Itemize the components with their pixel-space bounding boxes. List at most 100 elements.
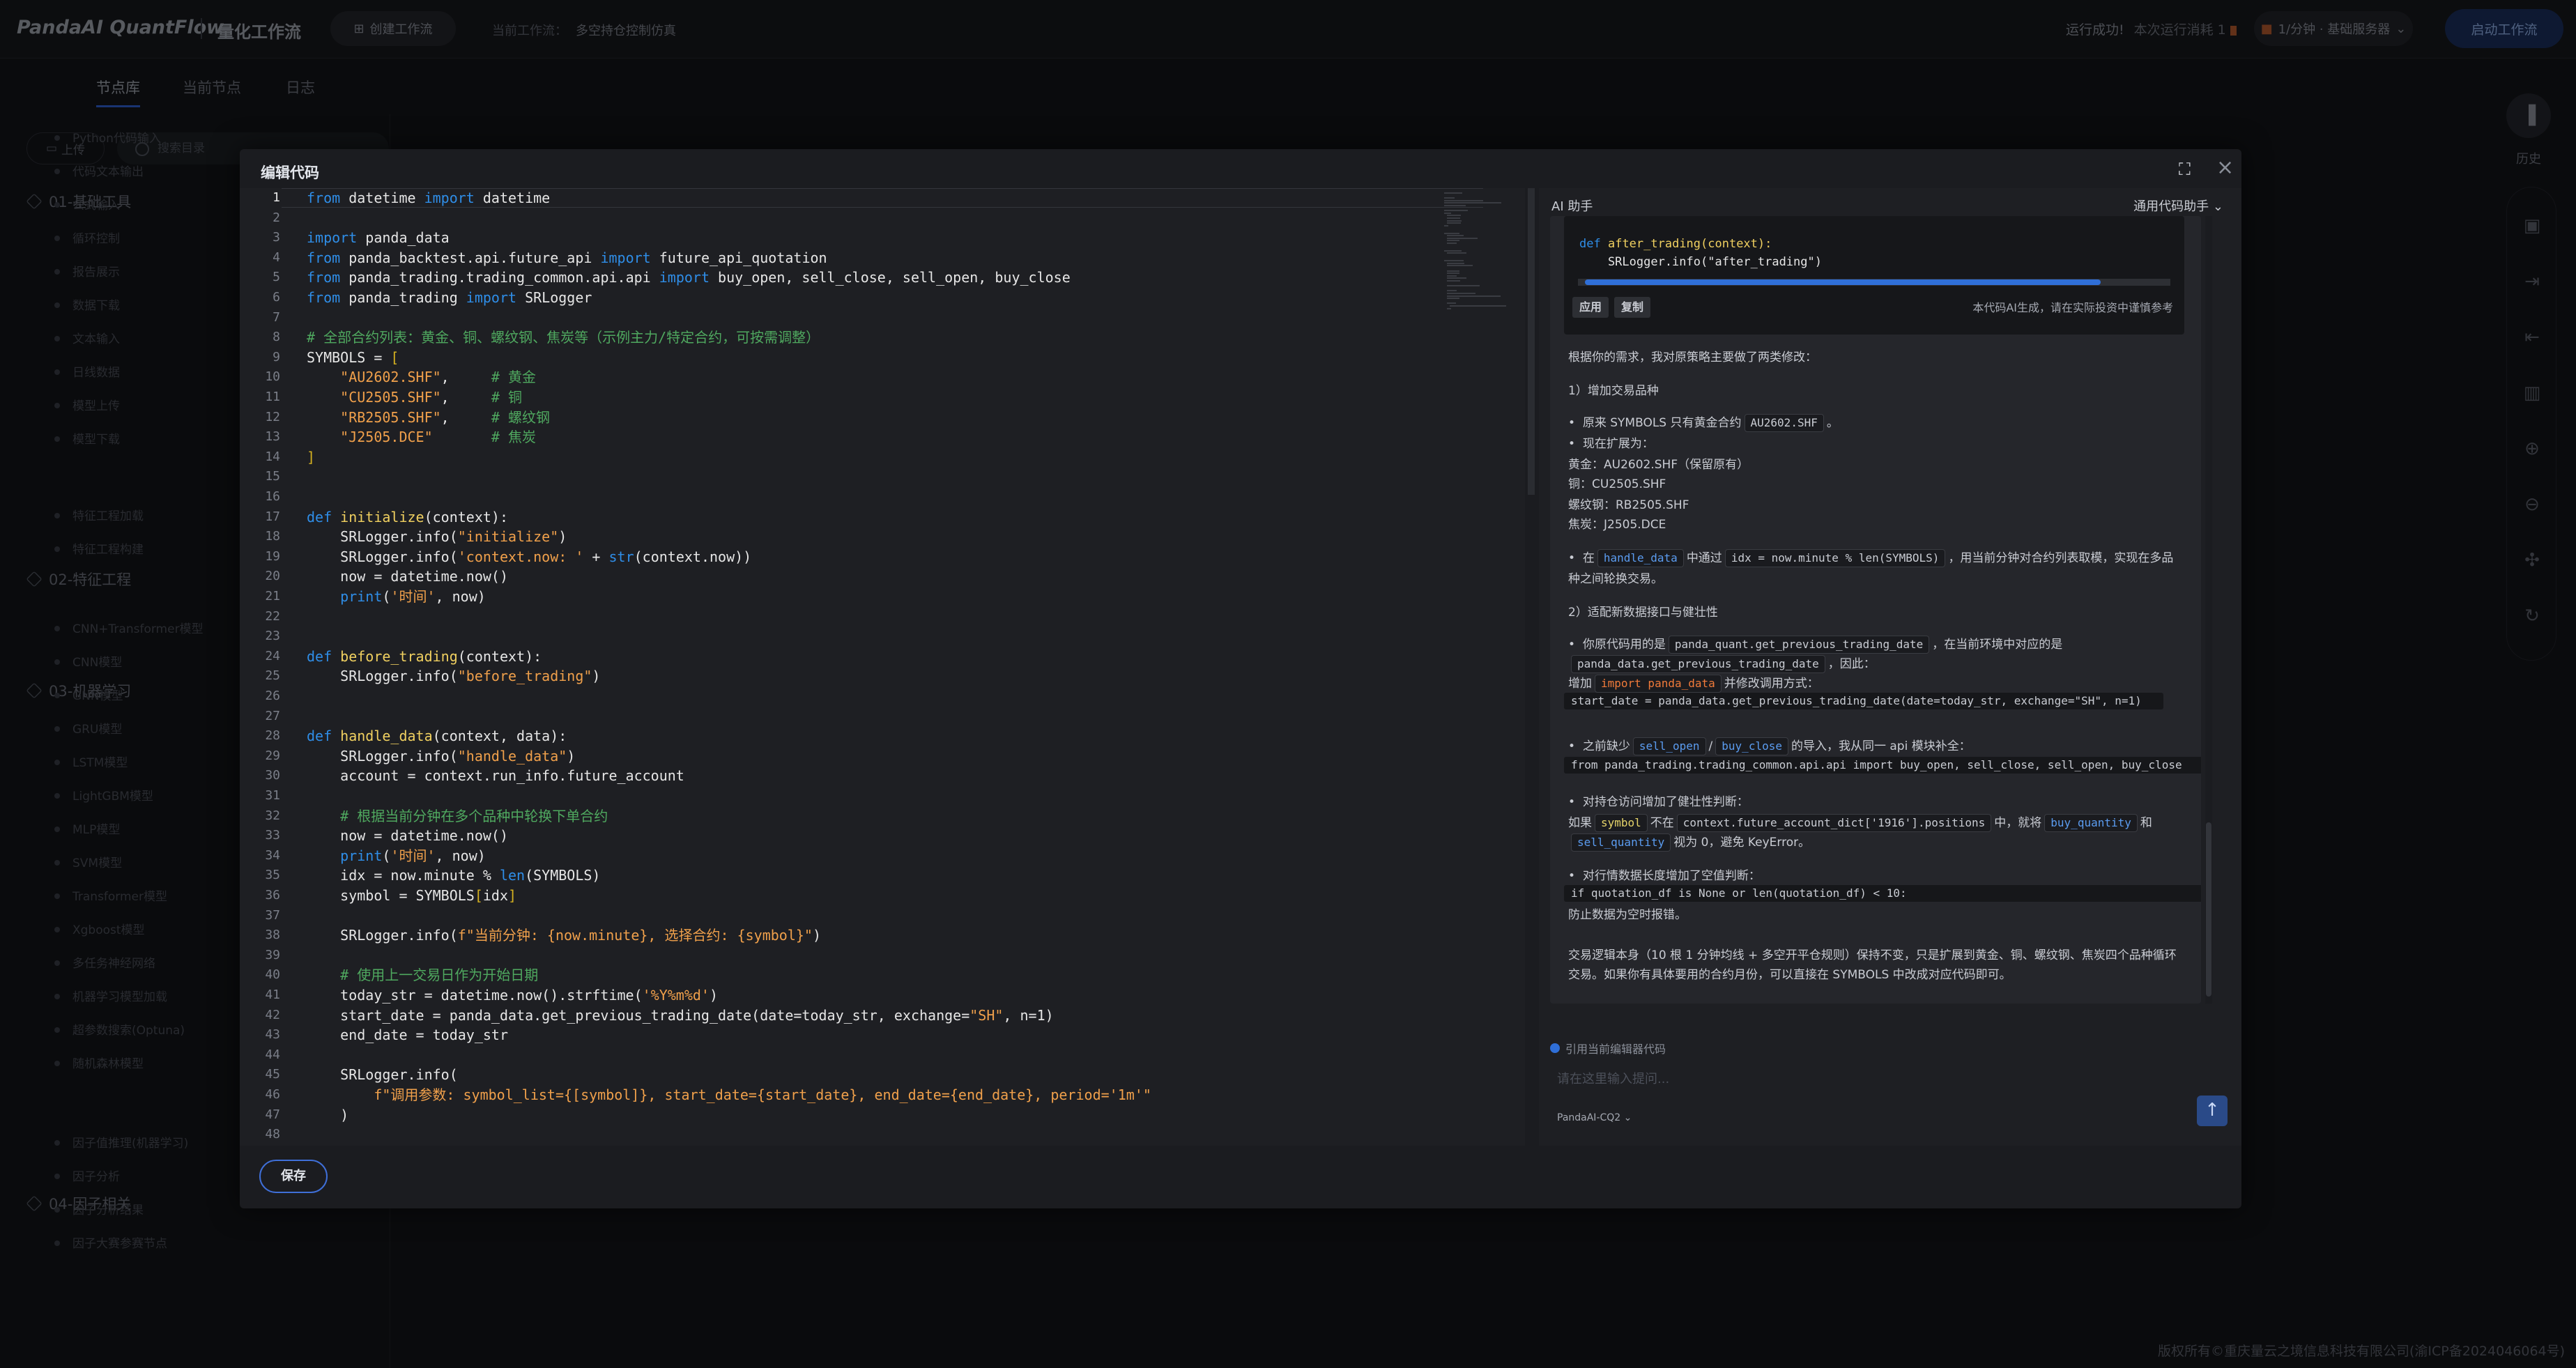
ai-bullet: • 你原代码用的是 panda_quant.get_previous_tradin… xyxy=(1568,634,2062,654)
line-number: 48 xyxy=(265,1127,280,1142)
close-icon[interactable]: × xyxy=(2216,157,2234,178)
ai-text: 你原代码用的是 xyxy=(1582,638,1666,652)
ai-text: 并修改调用方式： xyxy=(1724,677,1819,691)
ai-heading-2: 2）适配新数据接口与健壮性 xyxy=(1568,606,1718,620)
ai-disclaimer: 本代码AI生成，请在实际投资中谨慎参考 xyxy=(1972,301,2173,314)
code-line: account = context.run_info.future_accoun… xyxy=(307,767,684,785)
ai-text: 交易逻辑本身（10 根 1 分钟均线 + 多空开平仓规则）保持不变，只是扩展到黄… xyxy=(1568,948,2177,962)
code-tag: context.future_account_dict['1916'].posi… xyxy=(1676,814,1992,832)
ai-bullet: • 对持仓访问增加了健壮性判断： xyxy=(1568,795,1749,809)
code-line: "AU2602.SHF", # 黄金 xyxy=(340,369,537,386)
ai-text: 在 xyxy=(1582,551,1595,565)
arrow-up-icon: ↑ xyxy=(2205,1100,2220,1121)
code-line: idx = now.minute % len(SYMBOLS) xyxy=(307,867,601,884)
line-number: 47 xyxy=(265,1107,280,1122)
ai-chat-scroll-thumb[interactable] xyxy=(2206,822,2211,997)
ai-bullet: • 对行情数据长度增加了空值判断： xyxy=(1568,869,1761,883)
line-number: 32 xyxy=(265,808,280,823)
code-line: f"调用参数: symbol_list={[symbol]}, start_da… xyxy=(374,1086,1151,1103)
minimap-line xyxy=(1444,192,1463,194)
code-line: SRLogger.info("before_trading") xyxy=(307,668,601,685)
ai-text: 增加 xyxy=(1568,677,1592,691)
code-line: from panda_backtest.api.future_api impor… xyxy=(307,249,827,266)
save-button[interactable]: 保存 xyxy=(259,1160,328,1193)
code-tag: buy_quantity xyxy=(2044,814,2138,832)
code-line: "RB2505.SHF", # 螺纹钢 xyxy=(340,408,551,426)
minimap-line xyxy=(1447,240,1459,242)
ai-text: 螺纹钢：RB2505.SHF xyxy=(1568,498,1689,512)
line-number: 11 xyxy=(265,390,280,404)
line-number: 15 xyxy=(265,469,280,484)
line-number: 35 xyxy=(265,868,280,883)
ai-bullet: • 在 handle_data 中通过 idx = now.minute % len(… xyxy=(1568,548,2173,567)
line-number: 9 xyxy=(273,349,280,364)
code-line: # 使用上一交易日作为开始日期 xyxy=(340,967,539,984)
code-card-scrollbar[interactable] xyxy=(1578,279,2170,286)
line-number: 17 xyxy=(265,509,280,524)
ai-text: 黄金：AU2602.SHF（保留原有） xyxy=(1568,458,1749,472)
line-number: 22 xyxy=(265,608,280,624)
code-minimap[interactable] xyxy=(1444,188,1514,328)
line-number: 1 xyxy=(273,190,280,205)
ai-bullet: • 原来 SYMBOLS 只有黄金合约 AU2602.SHF。 xyxy=(1568,413,1839,432)
line-number: 3 xyxy=(273,230,280,245)
line-number: 27 xyxy=(265,708,280,723)
code-snippet: start_date = panda_data.get_previous_tra… xyxy=(1564,693,2163,709)
code-tag: sell_open xyxy=(1632,737,1706,755)
model-selector[interactable]: PandaAI-CQ2 ⌄ xyxy=(1557,1112,1632,1123)
ai-chat-scrollbar[interactable] xyxy=(2205,216,2212,1004)
copy-button[interactable]: 复制 xyxy=(1614,297,1651,318)
apply-button[interactable]: 应用 xyxy=(1572,297,1609,318)
ai-text: 种之间轮换交易。 xyxy=(1568,572,1663,586)
ai-assistant-label: 通用代码助手 xyxy=(2133,199,2209,214)
code-line: from panda_trading import SRLogger xyxy=(307,289,592,306)
ai-text: 中通过 xyxy=(1686,551,1722,565)
ai-text: 原来 SYMBOLS 只有黄金合约 xyxy=(1582,416,1742,430)
ai-text: 增加 import panda_data 并修改调用方式： xyxy=(1568,673,1819,693)
line-number: 33 xyxy=(265,828,280,843)
minimap-line xyxy=(1447,237,1478,239)
modal-title: 编辑代码 xyxy=(261,164,319,181)
line-number: 44 xyxy=(265,1047,280,1062)
minimap-line xyxy=(1447,270,1459,272)
code-line: SRLogger.info('context.now: ' + str(cont… xyxy=(307,548,752,565)
minimap-line xyxy=(1444,260,1464,262)
line-number: 4 xyxy=(273,249,280,265)
code-card-scroll-thumb[interactable] xyxy=(1585,279,2101,285)
editor-scrollbar[interactable] xyxy=(1526,188,1536,1146)
minimap-line xyxy=(1447,307,1451,309)
code-tag: buy_close xyxy=(1715,737,1788,755)
minimap-line xyxy=(1447,293,1475,294)
minimap-line xyxy=(1447,265,1473,267)
line-number: 25 xyxy=(265,668,280,684)
ai-bullet: • 现在扩展为： xyxy=(1568,437,1654,451)
code-line: SRLogger.info(f"当前分钟: {now.minute}, 选择合约… xyxy=(307,927,821,944)
line-number: 28 xyxy=(265,728,280,744)
line-number: 41 xyxy=(265,987,280,1002)
line-number: 24 xyxy=(265,648,280,663)
line-number: 2 xyxy=(273,210,280,225)
line-number: 16 xyxy=(265,489,280,504)
minimap-line xyxy=(1447,222,1461,224)
editor-scroll-thumb[interactable] xyxy=(1528,188,1535,495)
ai-text: 视为 0，避免 KeyError。 xyxy=(1673,836,1811,850)
line-number: 13 xyxy=(265,429,280,445)
code-line: now = datetime.now() xyxy=(307,827,508,845)
code-editor[interactable]: 1 from datetime import datetime 2 3 import p… xyxy=(240,188,1525,1146)
ai-text: 不在 xyxy=(1650,816,1674,830)
code-snippet: from panda_trading.trading_common.api.ap… xyxy=(1564,757,2201,774)
line-number: 26 xyxy=(265,689,280,703)
code-line: ] xyxy=(307,448,316,466)
minimap-line xyxy=(1444,197,1455,199)
maximize-icon[interactable]: ⛶ xyxy=(2179,160,2197,178)
minimap-line xyxy=(1444,232,1459,234)
ai-assistant-selector[interactable]: 通用代码助手 ⌄ xyxy=(2133,197,2223,215)
ai-question-input[interactable]: 请在这里输入提问... xyxy=(1557,1069,1669,1087)
send-button[interactable]: ↑ xyxy=(2197,1096,2228,1126)
minimap-line xyxy=(1444,224,1448,226)
code-line: start_date = panda_data.get_previous_tra… xyxy=(307,1006,1054,1024)
line-number: 37 xyxy=(265,907,280,923)
code-line: symbol = SYMBOLS[idx] xyxy=(307,887,517,904)
reference-editor-toggle[interactable]: 引用当前编辑器代码 xyxy=(1550,1040,1666,1056)
minimap-line xyxy=(1447,290,1457,292)
